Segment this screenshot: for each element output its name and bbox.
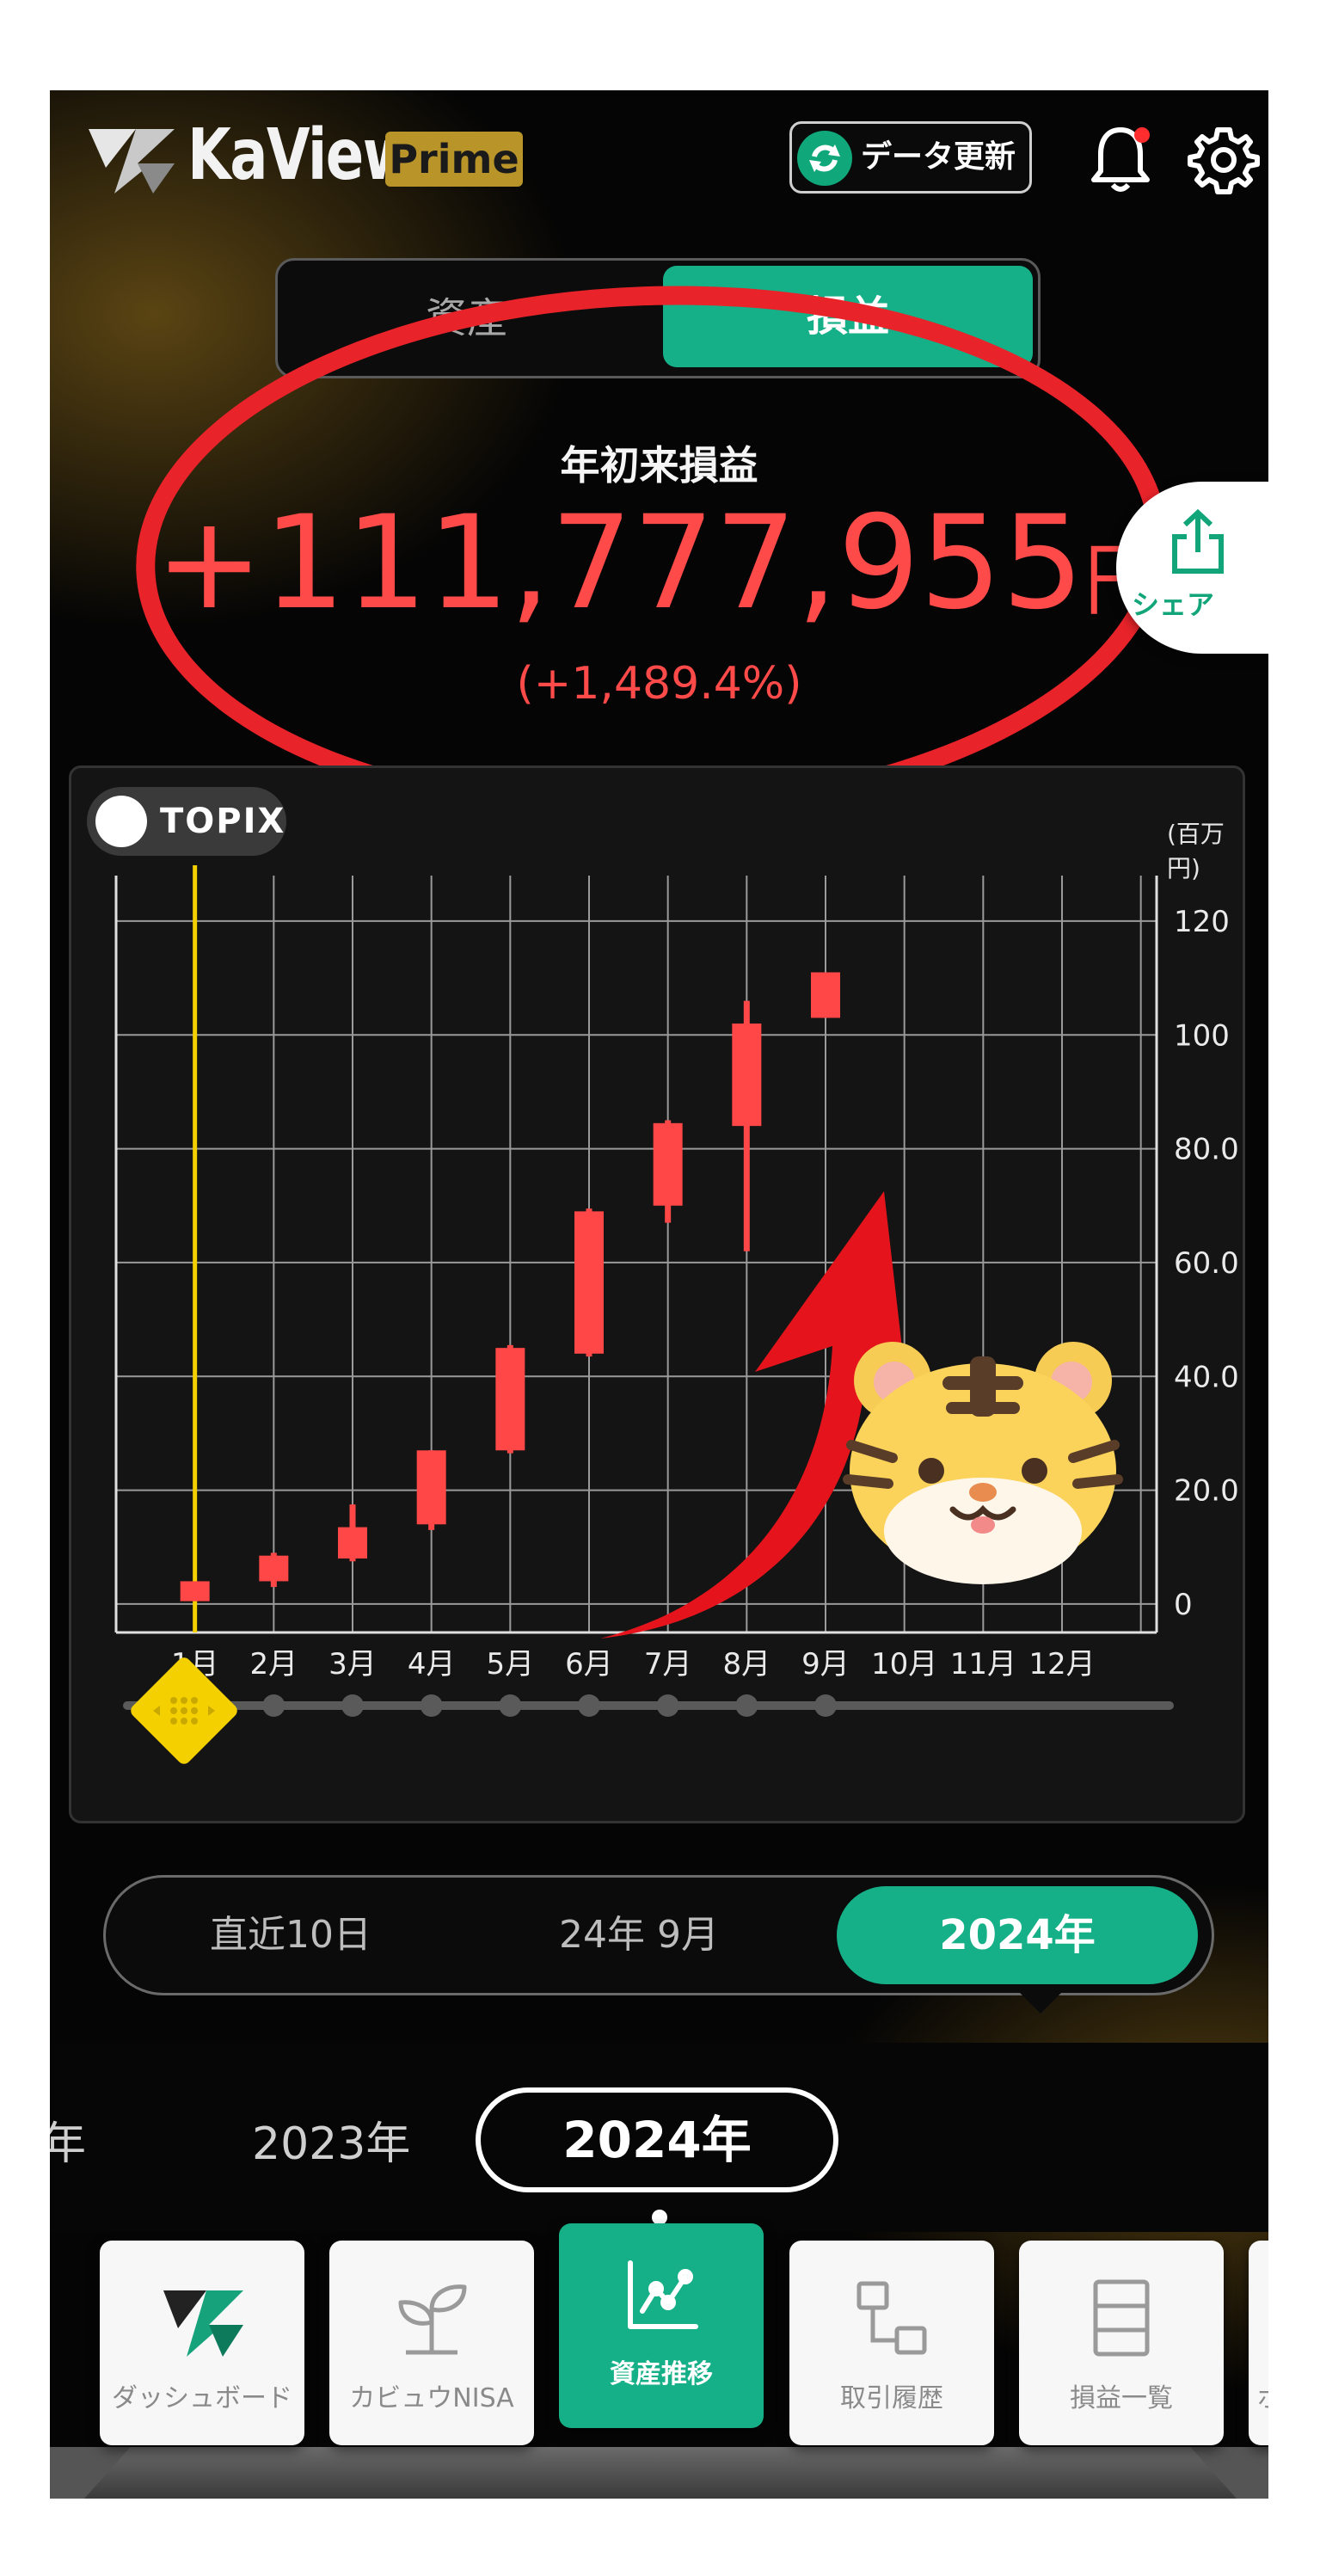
month-slider-stops — [183, 1694, 837, 1717]
y-tick-label: 60.0 — [1174, 1246, 1239, 1281]
bottom-nav: ダッシュボード カビュウNISA 資産推移 取引履歴 損益一覧 — [50, 2223, 1268, 2499]
tab-month[interactable]: 24年 9月 — [476, 1878, 802, 1993]
candle-body — [416, 1450, 446, 1525]
candle-body — [180, 1581, 210, 1602]
prime-badge: Prime — [385, 132, 523, 187]
month-slider-stop[interactable] — [499, 1694, 522, 1717]
x-tick-label: 12月 — [1028, 1647, 1095, 1681]
nav-trade-history-label: 取引履歴 — [840, 2383, 943, 2413]
drag-handle-icon — [153, 1697, 215, 1725]
month-slider-stop[interactable] — [578, 1694, 600, 1717]
y-tick-label: 20.0 — [1174, 1474, 1239, 1509]
bell-icon[interactable] — [1082, 120, 1159, 197]
tab-year[interactable]: 2024年 — [837, 1886, 1198, 1984]
nav-more-label: ポ — [1257, 2376, 1268, 2414]
share-icon — [1172, 508, 1224, 574]
nav-nisa-label: カビュウNISA — [349, 2383, 514, 2413]
topix-toggle-knob — [95, 796, 147, 847]
tab-recent-10-days[interactable]: 直近10日 — [132, 1878, 450, 1993]
x-tick-label: 4月 — [408, 1647, 456, 1681]
logo-mark-icon — [89, 129, 175, 194]
nav-more[interactable]: ポ — [1249, 2241, 1268, 2445]
y-tick-label: 80.0 — [1174, 1133, 1239, 1167]
month-slider-stop[interactable] — [814, 1694, 837, 1717]
chart-line-icon — [628, 2260, 698, 2329]
topix-label: TOPIX — [160, 802, 286, 841]
chart-unit-label: (百万円) — [1167, 820, 1225, 882]
data-update-label: データ更新 — [861, 139, 1016, 175]
candle-body — [495, 1348, 525, 1451]
year-option-older[interactable]: 年 — [50, 2107, 86, 2172]
sync-icon — [797, 131, 852, 186]
topix-toggle[interactable]: TOPIX — [87, 787, 286, 856]
x-tick-label: 2月 — [250, 1647, 298, 1681]
notification-dot — [1134, 127, 1150, 143]
y-tick-label: 0 — [1174, 1588, 1193, 1622]
x-tick-label: 5月 — [487, 1647, 535, 1681]
app-screen: KaView Prime データ更新 資産 損益 年初来損益 +111,777,… — [50, 90, 1268, 2499]
nav-dashboard-label: ダッシュボード — [112, 2383, 292, 2413]
candle-body — [259, 1555, 289, 1582]
candle-body — [338, 1527, 367, 1559]
list-icon — [1093, 2279, 1150, 2357]
y-tick-label: 120 — [1174, 905, 1230, 939]
nav-asset-trend-label: 資産推移 — [610, 2359, 713, 2389]
y-tick-label: 100 — [1174, 1018, 1230, 1053]
x-tick-label: 3月 — [328, 1647, 377, 1681]
period-pointer — [1018, 1991, 1063, 2013]
nav-nisa[interactable]: カビュウNISA — [329, 2241, 534, 2445]
sprout-icon — [398, 2284, 467, 2355]
data-update-button[interactable]: データ更新 — [789, 121, 1032, 194]
month-slider-stop[interactable] — [262, 1694, 285, 1717]
month-slider-stop[interactable] — [420, 1694, 443, 1717]
nav-asset-trend[interactable]: 資産推移 — [559, 2223, 764, 2428]
tiger-icon — [843, 1342, 1123, 1584]
month-slider-stop[interactable] — [341, 1694, 364, 1717]
y-tick-label: 40.0 — [1174, 1360, 1239, 1394]
share-label: シェア — [1132, 588, 1215, 621]
month-slider-stop[interactable] — [735, 1694, 758, 1717]
gear-icon[interactable] — [1185, 121, 1262, 199]
logo-text: KaView — [187, 114, 414, 196]
x-tick-label: 11月 — [950, 1647, 1016, 1681]
nav-trade-history[interactable]: 取引履歴 — [789, 2241, 994, 2445]
year-option-2024[interactable]: 2024年 — [476, 2087, 838, 2192]
nav-pl-list[interactable]: 損益一覧 — [1019, 2241, 1224, 2445]
nav-pl-list-label: 損益一覧 — [1070, 2383, 1173, 2413]
period-toggle: 直近10日 24年 9月 2024年 — [103, 1875, 1214, 1995]
year-option-2023[interactable]: 2023年 — [252, 2107, 410, 2172]
candle-body — [811, 972, 840, 1018]
dashboard-logo-icon — [163, 2290, 243, 2357]
month-slider-stop[interactable] — [656, 1694, 679, 1717]
transfer-icon — [856, 2281, 927, 2355]
nav-dashboard[interactable]: ダッシュボード — [100, 2241, 304, 2445]
